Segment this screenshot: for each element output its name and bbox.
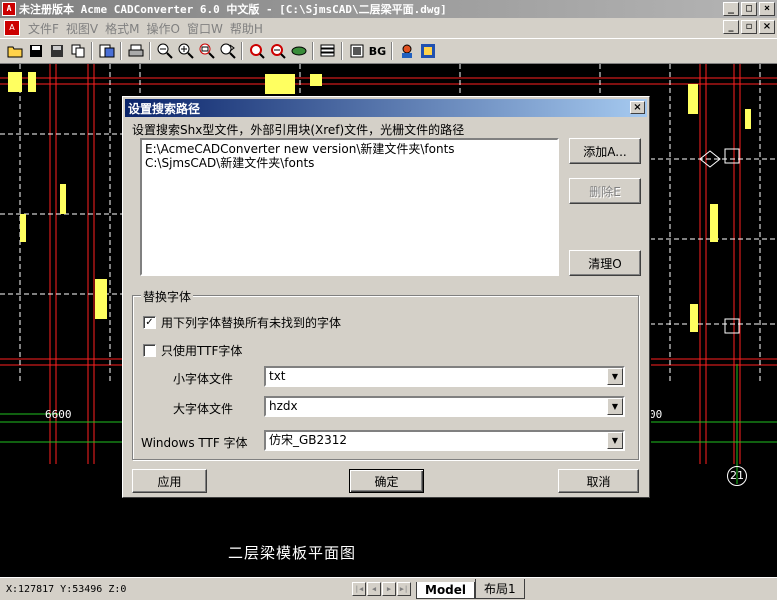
ttf-only-checkbox-row[interactable]: 只使用TTF字体 <box>143 342 242 359</box>
small-font-label: 小字体文件 <box>173 372 234 386</box>
zoom-in-icon[interactable] <box>175 41 196 62</box>
ttf-font-label: Windows TTF 字体 <box>141 436 248 450</box>
maximize-button[interactable]: □ <box>741 2 757 16</box>
small-font-value: txt <box>269 369 286 383</box>
register-icon[interactable] <box>396 41 417 62</box>
toolbar: BG <box>0 38 777 64</box>
close-button[interactable]: × <box>759 2 775 16</box>
3d-view-icon[interactable] <box>288 41 309 62</box>
cancel-button[interactable]: 取消 <box>558 469 639 493</box>
toolbar-separator <box>312 42 314 60</box>
chevron-down-icon[interactable]: ▼ <box>607 398 623 415</box>
ttf-only-checkbox[interactable] <box>143 344 156 357</box>
sheet-tabs: Model 布局1 <box>416 579 525 599</box>
axis-marker: 21 <box>727 466 747 486</box>
dialog-title-bar: 设置搜索路径 × <box>125 99 647 117</box>
coordinate-readout: X:127817 Y:53496 Z:0 <box>6 583 127 595</box>
big-font-value: hzdx <box>269 399 298 413</box>
dimension-6600: 6600 <box>45 408 72 421</box>
replace-fonts-label: 用下列字体替换所有未找到的字体 <box>161 316 342 330</box>
background-color-button[interactable]: BG <box>367 41 388 62</box>
menu-bar: A 文件F 视图V 格式M 操作O 窗口W 帮助H _ ▫ × <box>0 18 777 38</box>
menu-help[interactable]: 帮助H <box>230 20 270 37</box>
drawing-title: 二层梁模板平面图 <box>228 544 357 562</box>
save-as-icon[interactable] <box>46 41 67 62</box>
open-icon[interactable] <box>4 41 25 62</box>
title-bar: A 未注册版本 Acme CADConverter 6.0 中文版 - [C:\… <box>0 0 777 18</box>
delete-path-button[interactable]: 删除E <box>569 178 641 204</box>
toolbar-separator <box>149 42 151 60</box>
copy-icon[interactable] <box>67 41 88 62</box>
window-title: 未注册版本 Acme CADConverter 6.0 中文版 - [C:\Sj… <box>19 3 447 16</box>
save-icon[interactable] <box>25 41 46 62</box>
next-tab-icon[interactable]: ▶ <box>382 582 396 596</box>
dialog-close-button[interactable]: × <box>630 101 645 114</box>
ok-button[interactable]: 确定 <box>349 469 424 493</box>
menu-format[interactable]: 格式M <box>105 20 146 37</box>
menu-file[interactable]: 文件F <box>28 20 66 37</box>
search-path-dialog: 设置搜索路径 × 设置搜索Shx型文件，外部引用块(Xref)文件，光栅文件的路… <box>122 96 650 498</box>
tab-navigation: |◀ ◀ ▶ ▶| <box>352 582 412 596</box>
tab-layout1[interactable]: 布局1 <box>475 579 525 599</box>
toolbar-separator <box>341 42 343 60</box>
replace-fonts-checkbox-row[interactable]: ✓ 用下列字体替换所有未找到的字体 <box>143 314 341 331</box>
last-tab-icon[interactable]: ▶| <box>397 582 411 596</box>
ttf-font-value: 仿宋_GB2312 <box>269 433 348 447</box>
menu-operate[interactable]: 操作O <box>146 20 186 37</box>
minimize-button[interactable]: _ <box>723 2 739 16</box>
properties-icon[interactable] <box>346 41 367 62</box>
chevron-down-icon[interactable]: ▼ <box>607 432 623 449</box>
apply-button[interactable]: 应用 <box>132 469 207 493</box>
big-font-select[interactable]: hzdx ▼ <box>264 396 625 417</box>
first-tab-icon[interactable]: |◀ <box>352 582 366 596</box>
zoom-extents-icon[interactable] <box>267 41 288 62</box>
layers-icon[interactable] <box>317 41 338 62</box>
dimension-right: 00 <box>649 408 663 421</box>
toolbar-separator <box>120 42 122 60</box>
replace-fonts-checkbox[interactable]: ✓ <box>143 316 156 329</box>
prev-tab-icon[interactable]: ◀ <box>367 582 381 596</box>
toolbar-separator <box>91 42 93 60</box>
dialog-description: 设置搜索Shx型文件，外部引用块(Xref)文件，光栅文件的路径 <box>132 123 465 137</box>
zoom-out-icon[interactable] <box>154 41 175 62</box>
group-label: 替换字体 <box>141 288 194 305</box>
about-icon[interactable] <box>417 41 438 62</box>
add-path-button[interactable]: 添加A... <box>569 138 641 164</box>
chevron-down-icon[interactable]: ▼ <box>607 368 623 385</box>
dialog-title: 设置搜索路径 <box>128 101 201 116</box>
small-font-select[interactable]: txt ▼ <box>264 366 625 387</box>
tab-model[interactable]: Model <box>416 582 476 599</box>
menu-view[interactable]: 视图V <box>66 20 105 37</box>
ttf-only-label: 只使用TTF字体 <box>161 344 243 358</box>
zoom-all-icon[interactable] <box>246 41 267 62</box>
zoom-window-icon[interactable] <box>196 41 217 62</box>
document-icon[interactable]: A <box>4 20 20 36</box>
print-icon[interactable] <box>125 41 146 62</box>
toolbar-separator <box>241 42 243 60</box>
app-icon: A <box>2 2 16 16</box>
toolbar-separator <box>391 42 393 60</box>
mdi-restore-button[interactable]: ▫ <box>741 20 757 34</box>
list-item[interactable]: C:\SjmsCAD\新建文件夹\fonts <box>145 156 554 170</box>
pan-icon[interactable] <box>217 41 238 62</box>
clear-paths-button[interactable]: 清理O <box>569 250 641 276</box>
big-font-label: 大字体文件 <box>173 402 234 416</box>
path-list[interactable]: E:\AcmeCADConverter new version\新建文件夹\fo… <box>140 138 559 276</box>
list-item[interactable]: E:\AcmeCADConverter new version\新建文件夹\fo… <box>145 142 554 156</box>
batch-convert-icon[interactable] <box>96 41 117 62</box>
mdi-minimize-button[interactable]: _ <box>723 20 739 34</box>
ttf-font-select[interactable]: 仿宋_GB2312 ▼ <box>264 430 625 451</box>
mdi-close-button[interactable]: × <box>759 20 775 34</box>
status-bar: X:127817 Y:53496 Z:0 |◀ ◀ ▶ ▶| Model 布局1 <box>0 577 777 600</box>
menu-window[interactable]: 窗口W <box>187 20 230 37</box>
